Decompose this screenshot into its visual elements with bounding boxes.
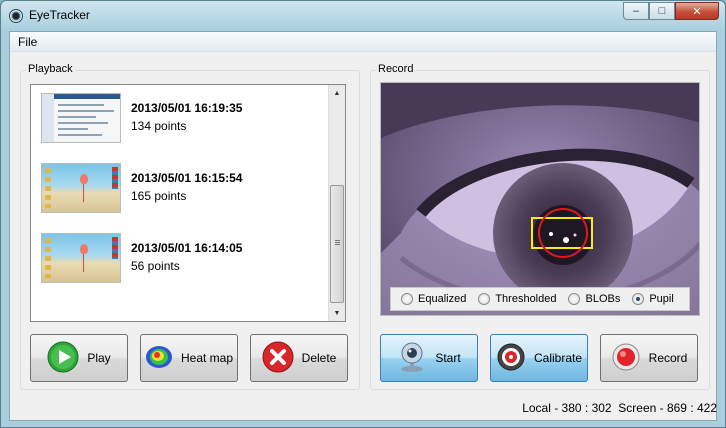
maximize-button[interactable]: □ — [649, 2, 675, 20]
recording-date: 2013/05/01 16:19:35 — [131, 101, 243, 115]
scrollbar-thumb[interactable] — [330, 185, 344, 303]
main-window: EyeTracker – □ ✕ File Playback 2013/05/0… — [0, 0, 726, 428]
radio-label: Pupil — [649, 293, 674, 305]
recording-points: 165 points — [131, 189, 187, 203]
radio-label: BLOBs — [585, 293, 621, 305]
recordings-list[interactable]: 2013/05/01 16:19:35 134 points 2013/05/0… — [30, 84, 346, 322]
radio-button-checked-icon — [632, 293, 645, 305]
delete-button[interactable]: Delete — [250, 334, 348, 382]
radio-label: Thresholded — [495, 293, 557, 305]
radio-button-icon — [568, 293, 581, 305]
record-button[interactable]: Record — [600, 334, 698, 382]
radio-button-icon — [478, 293, 491, 305]
coordinates-status: Local - 380 : 302 Screen - 869 : 422 — [522, 401, 717, 415]
recording-points: 134 points — [131, 119, 187, 133]
recording-date: 2013/05/01 16:14:05 — [131, 241, 243, 255]
start-label: Start — [435, 351, 461, 365]
radio-button-icon — [401, 293, 413, 305]
calibrate-label: Calibrate — [533, 351, 583, 365]
scroll-down-arrow-icon[interactable]: ▼ — [329, 305, 345, 321]
menu-file[interactable]: File — [18, 35, 37, 49]
start-button[interactable]: Start — [380, 334, 478, 382]
recording-date: 2013/05/01 16:15:54 — [131, 171, 243, 185]
list-item[interactable]: 2013/05/01 16:14:05 56 points — [41, 233, 331, 285]
play-label: Play — [87, 351, 111, 365]
view-mode-radio-group: Equalized Thresholded BLOBs Pupil — [390, 287, 690, 311]
radio-label: Equalized — [418, 293, 467, 305]
minimize-button[interactable]: – — [623, 2, 649, 20]
eye-app-icon — [9, 9, 23, 23]
recording-thumbnail — [41, 163, 121, 213]
radio-thresholded[interactable]: Thresholded — [478, 293, 556, 305]
title-bar[interactable]: EyeTracker – □ ✕ — [1, 1, 725, 31]
record-label: Record — [376, 63, 416, 75]
recording-points: 56 points — [131, 259, 180, 273]
playback-label: Playback — [26, 63, 75, 75]
window-title: EyeTracker — [29, 8, 90, 22]
delete-icon — [262, 341, 294, 376]
close-button[interactable]: ✕ — [675, 2, 719, 20]
heat-map-button[interactable]: Heat map — [140, 334, 238, 382]
list-item[interactable]: 2013/05/01 16:19:35 134 points — [41, 93, 331, 145]
calibrate-button[interactable]: Calibrate — [490, 334, 588, 382]
radio-pupil[interactable]: Pupil — [632, 293, 674, 305]
camera-feed — [380, 82, 700, 316]
radio-equalized[interactable]: Equalized — [401, 293, 466, 305]
client-area: File Playback 2013/05/01 16:19:35 134 po… — [9, 31, 717, 421]
eye-image — [381, 83, 699, 315]
scroll-up-arrow-icon[interactable]: ▲ — [329, 85, 345, 101]
play-icon — [47, 341, 79, 376]
heat-map-label: Heat map — [180, 351, 234, 365]
status-bar: Local - 380 : 302 Screen - 869 : 422 — [9, 397, 717, 421]
caption-buttons: – □ ✕ — [623, 2, 719, 20]
recording-thumbnail — [41, 233, 121, 283]
record-label-text: Record — [648, 351, 688, 365]
play-button[interactable]: Play — [30, 334, 128, 382]
webcam-icon — [397, 341, 427, 376]
recording-thumbnail — [41, 93, 121, 143]
list-scrollbar[interactable]: ▲ ▼ — [328, 85, 345, 321]
radio-blobs[interactable]: BLOBs — [568, 293, 620, 305]
record-icon — [611, 342, 641, 375]
menu-bar: File — [10, 32, 716, 52]
delete-label: Delete — [301, 351, 337, 365]
list-item[interactable]: 2013/05/01 16:15:54 165 points — [41, 163, 331, 215]
heat-map-icon — [145, 345, 173, 372]
target-icon — [496, 342, 526, 375]
